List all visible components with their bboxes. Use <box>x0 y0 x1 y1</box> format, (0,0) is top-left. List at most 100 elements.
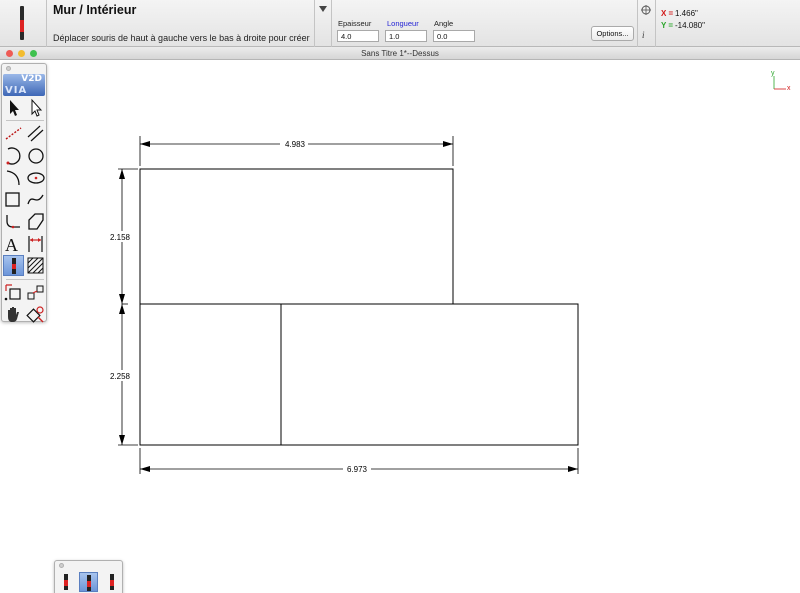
tool-title: Mur / Intérieur <box>53 3 137 17</box>
minimize-button[interactable] <box>18 50 25 57</box>
wall-center-option[interactable] <box>79 572 98 592</box>
symbol-icon <box>26 306 44 323</box>
ellipse-tool[interactable] <box>25 167 46 188</box>
thickness-field[interactable]: 4.0 <box>337 30 379 42</box>
text-icon: A <box>5 235 18 254</box>
options-button[interactable]: Options... <box>591 26 634 41</box>
angle-label: Angle <box>434 19 454 28</box>
transform-tool[interactable] <box>25 282 46 303</box>
wall-center-icon <box>87 575 91 591</box>
dimension-icon <box>28 236 43 252</box>
separator <box>331 0 332 47</box>
lower-right-wall-rect[interactable] <box>280 303 579 446</box>
x-coordinate-label: X = <box>661 9 674 18</box>
direct-select-tool[interactable] <box>25 97 46 118</box>
spline-icon <box>27 194 44 205</box>
window-title: Sans Titre 1*--Dessus <box>361 49 439 58</box>
coordinate-readout: X = 1.466" Y = -14.080" <box>661 8 705 32</box>
circle-icon <box>28 148 44 164</box>
info-icon[interactable]: i <box>642 30 645 40</box>
y-coordinate: Y = -14.080" <box>661 20 705 32</box>
upper-wall-rect[interactable] <box>139 168 454 305</box>
left-dimension[interactable] <box>118 168 138 446</box>
line-tool[interactable] <box>3 123 24 144</box>
x-coordinate: X = 1.466" <box>661 8 705 20</box>
spline-tool[interactable] <box>25 189 46 210</box>
select-arrow-tool[interactable] <box>3 97 24 118</box>
ellipse-icon <box>27 172 45 184</box>
scale-tool[interactable] <box>3 282 24 303</box>
length-field[interactable]: 1.0 <box>385 30 427 42</box>
x-axis-label: x <box>787 85 791 92</box>
palette-close-button[interactable] <box>6 66 11 71</box>
app-window: Mur / Intérieur Déplacer souris de haut … <box>0 0 800 593</box>
text-tool[interactable]: A <box>3 233 24 254</box>
tool-bar: Mur / Intérieur Déplacer souris de haut … <box>0 0 800 47</box>
drawing-canvas[interactable]: y x 4.983 2.158 2.258 6.973 <box>48 61 800 593</box>
arc-icon <box>6 147 21 165</box>
upper-height-label: 2.158 <box>110 233 131 242</box>
lower-height-label: 2.258 <box>110 372 131 381</box>
x-coordinate-value: 1.466" <box>675 9 698 18</box>
separator <box>314 0 315 47</box>
angle-field[interactable]: 0.0 <box>433 30 475 42</box>
target-icon[interactable] <box>641 5 651 15</box>
fillet-tool[interactable] <box>3 211 24 232</box>
v2d-via-logo: V2D VIA <box>3 74 45 96</box>
palette-separator <box>6 279 44 280</box>
wall-tool-icon <box>20 6 24 40</box>
length-label: Longueur <box>387 19 419 28</box>
palette-header[interactable] <box>2 64 46 73</box>
wall-icon <box>12 258 16 274</box>
separator <box>655 0 656 47</box>
wall-right-option[interactable] <box>101 572 120 592</box>
polygon-icon <box>28 213 44 230</box>
symbol-tool[interactable] <box>25 304 46 325</box>
double-line-icon <box>27 125 44 142</box>
tool-hint: Déplacer souris de haut à gauche vers le… <box>53 33 310 43</box>
walls <box>139 168 579 446</box>
window-title-bar: Sans Titre 1*--Dessus <box>0 47 800 60</box>
polygon-tool[interactable] <box>25 211 46 232</box>
hatch-tool[interactable] <box>25 255 46 276</box>
palette-separator <box>6 120 44 121</box>
dimension-tool[interactable] <box>25 233 46 254</box>
rectangle-tool[interactable] <box>3 189 24 210</box>
transform-icon <box>27 285 44 300</box>
mini-palette-close-button[interactable] <box>59 563 64 568</box>
tool-palette: V2D VIA A <box>1 63 47 325</box>
top-dimension-label: 4.983 <box>285 140 306 149</box>
wall-right-icon <box>110 574 114 590</box>
zoom-button[interactable] <box>30 50 37 57</box>
arc-tool[interactable] <box>3 145 24 166</box>
line-icon <box>5 127 22 140</box>
logo-top-text: V2D <box>21 74 42 84</box>
y-axis-label: y <box>771 70 775 77</box>
curve-icon <box>6 170 20 186</box>
logo-bottom-text: VIA <box>5 85 28 96</box>
close-button[interactable] <box>6 50 13 57</box>
wall-left-option[interactable] <box>58 572 77 592</box>
current-tool-preview[interactable] <box>0 0 47 47</box>
bottom-dimension-label: 6.973 <box>347 465 368 474</box>
curve-tool[interactable] <box>3 167 24 188</box>
wall-tool[interactable] <box>3 255 24 276</box>
fillet-icon <box>6 215 20 229</box>
dropdown-arrow-icon[interactable] <box>319 6 327 12</box>
circle-tool[interactable] <box>25 145 46 166</box>
svg-text:A: A <box>5 235 18 254</box>
lower-left-wall-rect[interactable] <box>139 303 282 446</box>
separator <box>637 0 638 47</box>
axis-indicator: y x <box>771 70 791 92</box>
select-arrow-icon <box>10 100 19 116</box>
hand-pan-icon <box>8 307 19 322</box>
hatch-icon <box>27 257 44 274</box>
y-coordinate-label: Y = <box>661 21 674 30</box>
y-coordinate-value: -14.080" <box>675 21 705 30</box>
wall-alignment-palette <box>54 560 123 593</box>
double-line-tool[interactable] <box>25 123 46 144</box>
thickness-label: Epaisseur <box>338 19 372 28</box>
hand-pan-tool[interactable] <box>3 304 24 325</box>
rectangle-icon <box>5 192 20 207</box>
direct-select-arrow-icon <box>31 98 43 117</box>
